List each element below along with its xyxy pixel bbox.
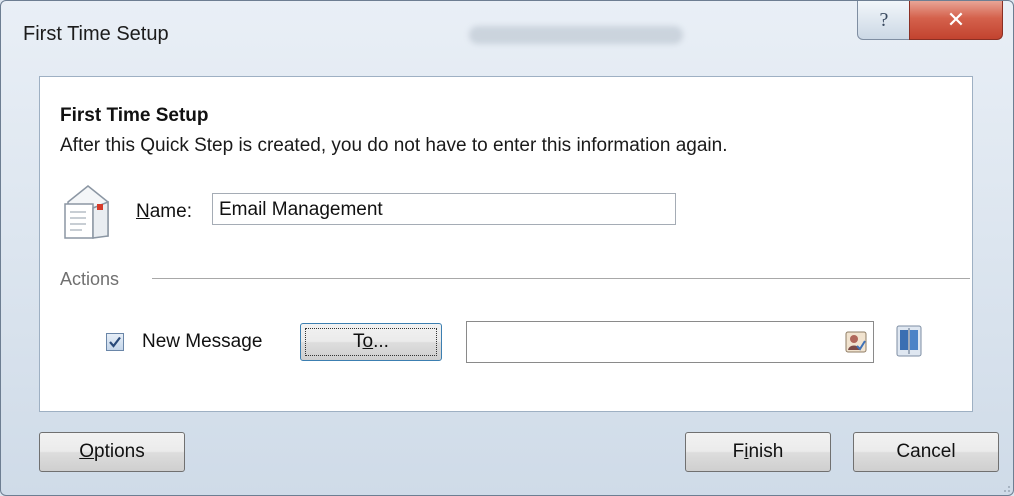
to-button[interactable]: To... (300, 323, 442, 361)
options-accesskey: O (79, 441, 95, 462)
close-icon: ✕ (946, 7, 966, 33)
finish-button[interactable]: Finish (685, 432, 831, 472)
to-recipients-input[interactable] (466, 321, 874, 363)
new-message-checkbox[interactable] (106, 333, 124, 351)
finish-label: Finish (733, 441, 784, 463)
content-panel: First Time Setup After this Quick Step i… (39, 76, 973, 412)
blurred-background-title (469, 26, 683, 44)
options-label-rest: ptions (94, 441, 145, 462)
actions-divider (152, 278, 970, 279)
checkmark-icon (109, 336, 121, 348)
help-icon: ? (879, 8, 889, 31)
new-message-envelope-icon (64, 185, 109, 239)
close-button[interactable]: ✕ (909, 1, 1003, 40)
address-book-icon[interactable] (896, 323, 922, 359)
section-description: After this Quick Step is created, you do… (60, 135, 728, 156)
resize-grip-icon[interactable] (999, 481, 1011, 493)
finish-label-prefix: F (732, 441, 745, 462)
name-accesskey: N (136, 201, 150, 222)
focus-rectangle (305, 328, 437, 356)
first-time-setup-dialog: First Time Setup ? ✕ First Time Setup Af… (0, 0, 1014, 496)
new-message-label[interactable]: New Message (142, 331, 262, 353)
section-heading: First Time Setup (60, 105, 209, 126)
cancel-label: Cancel (896, 441, 956, 462)
actions-group-label: Actions (60, 269, 120, 289)
cancel-button[interactable]: Cancel (853, 432, 999, 472)
finish-label-rest: nish (748, 441, 784, 462)
title-bar[interactable]: First Time Setup ? ✕ (1, 1, 1013, 75)
name-label: Name: (136, 201, 192, 223)
options-button[interactable]: Options (39, 432, 185, 472)
help-button[interactable]: ? (857, 1, 911, 40)
name-input[interactable]: Email Management (212, 193, 676, 225)
window-title: First Time Setup (23, 23, 169, 45)
name-label-rest: ame: (149, 201, 192, 222)
contact-check-icon[interactable] (845, 331, 867, 353)
options-label: Options (79, 441, 144, 463)
